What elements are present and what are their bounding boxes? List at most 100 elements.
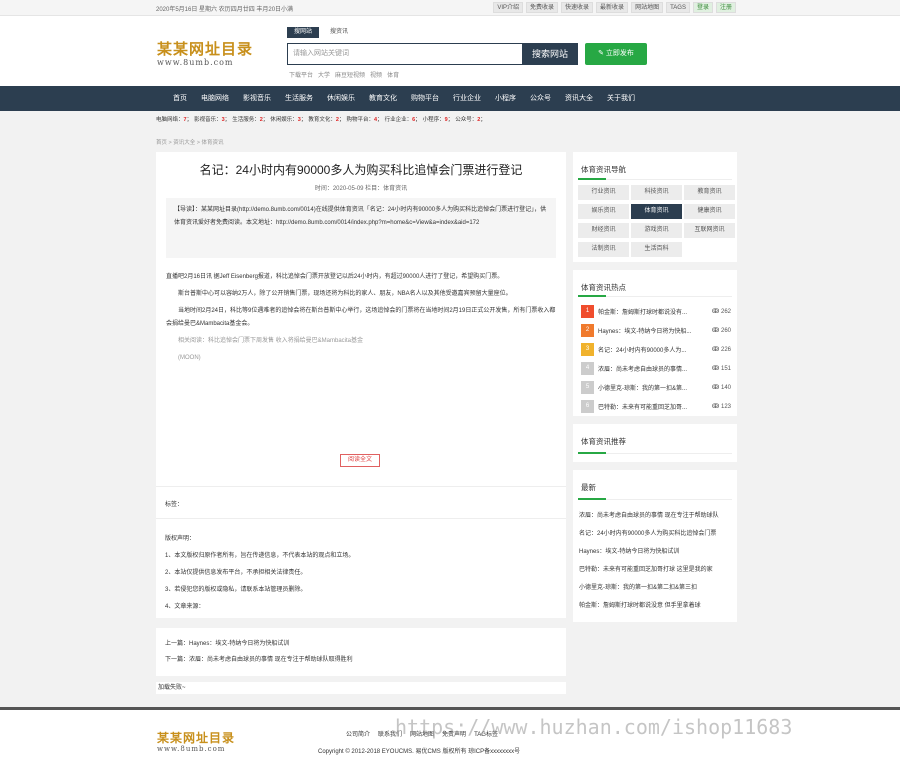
- breadcrumb[interactable]: 首页 > 资讯大全 > 体育资讯: [156, 138, 224, 146]
- tab-search-sites[interactable]: 搜网站: [287, 27, 320, 38]
- latest-item[interactable]: 名记：24小时内有90000多人为购买科比追悼会门票: [579, 525, 731, 543]
- hotword[interactable]: 下载平台: [289, 70, 313, 79]
- view-count: ↂ 123: [711, 404, 731, 410]
- category-count[interactable]: 电脑网络：7；: [156, 115, 192, 123]
- hot-title[interactable]: 名记：24小时内有90000多人为...: [594, 345, 699, 354]
- category-count-bar: 电脑网络：7； 影视音乐：3； 生活服务：2； 休闲娱乐：3； 教育文化：2； …: [156, 115, 486, 123]
- article-source: (MOON): [166, 355, 201, 361]
- fast-submit-link[interactable]: 快速收录: [561, 2, 594, 13]
- date-text: 2020年5月16日 星期六 农历四月廿四 丰月20日小满: [156, 7, 294, 13]
- article-paragraph: 直播吧2月16日讯 据Jeff Eisenberg报道，科比追悼会门票开放登记以…: [166, 274, 504, 280]
- nav-item-life[interactable]: 生活服务: [278, 86, 320, 111]
- hot-keywords: 下载平台 大学 麻豆短视频 视频 体育: [289, 70, 399, 79]
- hot-item[interactable]: 5 小德里克-琼斯：我的第一扣&第... ↂ 140: [581, 381, 731, 394]
- site-logo[interactable]: 某某网址目录 www.8umb.com: [157, 38, 253, 67]
- logo-domain: www.8umb.com: [157, 745, 226, 753]
- title-underline: [578, 178, 732, 180]
- nav-item-shopping[interactable]: 购物平台: [404, 86, 446, 111]
- category-grid: 行业资讯 科技资讯 教育资讯 娱乐资讯 体育资讯 健康资讯 财经资讯 游戏资讯 …: [578, 185, 735, 257]
- category-count[interactable]: 小程序：9；: [423, 115, 454, 123]
- latest-item[interactable]: 帕金斯：詹姆斯打球时都说没意 但手里拿着球: [579, 597, 731, 615]
- post-now-button[interactable]: ✎ 立即发布: [585, 43, 647, 65]
- view-count: ↂ 226: [711, 347, 731, 353]
- hot-title[interactable]: 小德里克-琼斯：我的第一扣&第...: [594, 383, 699, 392]
- nav-item-entertainment[interactable]: 休闲娱乐: [320, 86, 362, 111]
- category-item[interactable]: 法制资讯: [578, 242, 629, 257]
- latest-submit-link[interactable]: 最新收录: [596, 2, 629, 13]
- nav-item-home[interactable]: 首页: [166, 86, 194, 111]
- prev-article-link[interactable]: 上一篇：Haynes：埃文-特纳今日将为快船试训: [165, 636, 557, 652]
- view-count: ↂ 260: [711, 328, 731, 334]
- hotword[interactable]: 视频: [370, 70, 382, 79]
- login-link[interactable]: 登录: [692, 2, 713, 13]
- next-article-link[interactable]: 下一篇：浓眉：尚未考虑自由球员的事情 现在专注于帮助球队取得胜利: [165, 652, 557, 668]
- title-underline: [578, 295, 732, 297]
- latest-item[interactable]: 小德里克-琼斯：我的第一扣&第二扣&第三扣: [579, 579, 731, 597]
- nav-item-miniprogram[interactable]: 小程序: [488, 86, 523, 111]
- category-item[interactable]: 教育资讯: [684, 185, 735, 200]
- category-item[interactable]: 科技资讯: [631, 185, 682, 200]
- nav-item-official-account[interactable]: 公众号: [523, 86, 558, 111]
- category-item[interactable]: 财经资讯: [578, 223, 629, 238]
- search-input[interactable]: 请输入网站关键词: [287, 43, 523, 65]
- hot-title[interactable]: Haynes：埃文-特纳今日将为快船...: [594, 326, 699, 335]
- sitemap-link[interactable]: 网站地图: [631, 2, 664, 13]
- hot-item[interactable]: 4 浓眉：尚未考虑自由球员的事情... ↂ 151: [581, 362, 731, 375]
- related-reading[interactable]: 相关阅读：科比追悼会门票下周发售 收入将捐给曼巴&Mambacita基金: [166, 335, 556, 348]
- category-count[interactable]: 行业企业：6；: [385, 115, 421, 123]
- footer-link-about[interactable]: 公司简介: [346, 729, 370, 738]
- hotword[interactable]: 麻豆短视频: [335, 70, 365, 79]
- latest-item[interactable]: 巴特勒：未来有可能重回芝加哥打球 这里是我的家: [579, 561, 731, 579]
- category-count[interactable]: 教育文化：2；: [308, 115, 344, 123]
- prev-next-panel: 上一篇：Haynes：埃文-特纳今日将为快船试训 下一篇：浓眉：尚未考虑自由球员…: [156, 628, 566, 676]
- hot-item[interactable]: 2 Haynes：埃文-特纳今日将为快船... ↂ 260: [581, 324, 731, 337]
- category-count[interactable]: 影视音乐：3；: [194, 115, 230, 123]
- hotword[interactable]: 体育: [387, 70, 399, 79]
- category-count[interactable]: 购物平台：4；: [346, 115, 382, 123]
- read-more-button[interactable]: 阅读全文: [340, 454, 380, 467]
- category-count[interactable]: 生活服务：2；: [232, 115, 268, 123]
- vip-link[interactable]: VIP介绍: [493, 2, 524, 13]
- nav-item-industry[interactable]: 行业企业: [446, 86, 488, 111]
- register-link[interactable]: 注册: [715, 2, 736, 13]
- hotword[interactable]: 大学: [318, 70, 330, 79]
- hot-title[interactable]: 帕金斯：詹姆斯打球时都说没有...: [594, 307, 699, 316]
- tab-search-news[interactable]: 搜资讯: [323, 27, 355, 38]
- footer-logo[interactable]: 某某网址目录 www.8umb.com: [157, 729, 235, 753]
- category-item[interactable]: 互联网资讯: [684, 223, 735, 238]
- free-submit-link[interactable]: 免费收录: [526, 2, 559, 13]
- title-underline: [578, 452, 732, 454]
- divider: [156, 518, 566, 519]
- category-item[interactable]: 游戏资讯: [631, 223, 682, 238]
- rank-badge: 3: [581, 343, 594, 356]
- hot-title[interactable]: 浓眉：尚未考虑自由球员的事情...: [594, 364, 699, 373]
- hot-item[interactable]: 6 巴特勒：未来有可能重回芝加哥... ↂ 123: [581, 400, 731, 413]
- nav-item-movies-music[interactable]: 影视音乐: [236, 86, 278, 111]
- category-item-active[interactable]: 体育资讯: [631, 204, 682, 219]
- category-item[interactable]: 行业资讯: [578, 185, 629, 200]
- nav-item-education[interactable]: 教育文化: [362, 86, 404, 111]
- category-item[interactable]: 娱乐资讯: [578, 204, 629, 219]
- hot-item[interactable]: 3 名记：24小时内有90000多人为... ↂ 226: [581, 343, 731, 356]
- sidebar-latest: 最新 浓眉：尚未考虑自由球员的事情 现在专注于帮助球队 名记：24小时内有900…: [573, 470, 737, 622]
- sidebar-title: 体育资讯导航: [581, 165, 626, 174]
- category-item[interactable]: 生活百科: [631, 242, 682, 257]
- tags-link[interactable]: TAGS: [666, 2, 690, 13]
- category-item[interactable]: 健康资讯: [684, 204, 735, 219]
- article-paragraph: 当地时间2月24日，科比等9位遇难者的追悼会将在斯台普斯中心举行，这场追悼会的门…: [166, 308, 556, 327]
- nav-item-computer[interactable]: 电脑网络: [194, 86, 236, 111]
- nav-item-news[interactable]: 资讯大全: [558, 86, 600, 111]
- category-count[interactable]: 公众号：2；: [455, 115, 486, 123]
- nav-item-about[interactable]: 关于我们: [600, 86, 642, 111]
- latest-item[interactable]: 浓眉：尚未考虑自由球员的事情 现在专注于帮助球队: [579, 507, 731, 525]
- latest-item[interactable]: Haynes：埃文-特纳今日将为快船试训: [579, 543, 731, 561]
- search-button[interactable]: 搜索网站: [522, 43, 578, 65]
- sidebar-hot-list: 体育资讯热点 1 帕金斯：詹姆斯打球时都说没有... ↂ 262 2 Haynes：埃…: [573, 270, 737, 416]
- hot-item[interactable]: 1 帕金斯：詹姆斯打球时都说没有... ↂ 262: [581, 305, 731, 318]
- copyright-item: 2、本站仅提供信息发布平台，不承担相关法律责任。: [165, 570, 307, 576]
- logo-text: 某某网址目录: [157, 731, 236, 745]
- copyright-title: 版权声明：: [165, 536, 196, 542]
- hot-title[interactable]: 巴特勒：未来有可能重回芝加哥...: [594, 402, 699, 411]
- article-tags: 标签：: [165, 502, 184, 508]
- category-count[interactable]: 休闲娱乐：3；: [270, 115, 306, 123]
